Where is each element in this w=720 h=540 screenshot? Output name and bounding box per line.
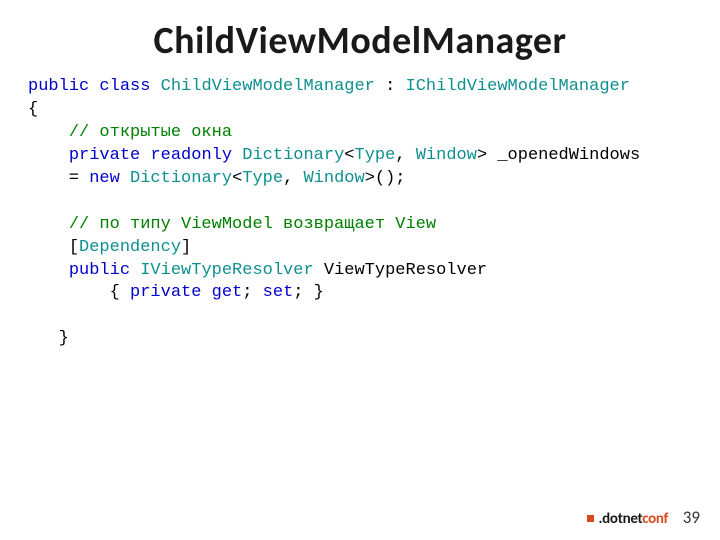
slide-title: ChildViewModelManager xyxy=(0,0,720,64)
kw-get: get xyxy=(212,283,243,302)
kw-new: new xyxy=(89,169,120,188)
ctor-end: >(); xyxy=(365,169,406,188)
type-resolver: IViewTypeResolver xyxy=(140,261,313,280)
logo-text-dotnet: .dotnet xyxy=(598,510,642,528)
semi-2: ; } xyxy=(293,283,324,302)
logo-square-icon xyxy=(587,515,594,522)
kw-private-2: private xyxy=(130,283,201,302)
type-arg-window: Window xyxy=(416,146,477,165)
prop-name: ViewTypeResolver xyxy=(314,261,487,280)
kw-public: public xyxy=(28,77,89,96)
kw-readonly: readonly xyxy=(150,146,232,165)
field-name: _openedWindows xyxy=(497,146,640,165)
comma: , xyxy=(395,146,415,165)
kw-class: class xyxy=(99,77,150,96)
semi-1: ; xyxy=(242,283,262,302)
brace-open: { xyxy=(28,100,38,119)
kw-public-2: public xyxy=(69,261,130,280)
interface-name: IChildViewModelManager xyxy=(406,77,630,96)
eq-prefix: = xyxy=(28,169,89,188)
attr-dependency: Dependency xyxy=(79,238,181,257)
logo-text-conf: conf xyxy=(642,510,668,528)
kw-private: private xyxy=(69,146,140,165)
code-block: public class ChildViewModelManager : ICh… xyxy=(0,64,720,351)
logo: .dotnetconf xyxy=(587,509,668,528)
type-dictionary: Dictionary xyxy=(242,146,344,165)
kw-set: set xyxy=(263,283,294,302)
brace-close: } xyxy=(28,329,69,348)
comma-2: , xyxy=(283,169,303,188)
type-arg-type: Type xyxy=(355,146,396,165)
angle-close: > xyxy=(477,146,497,165)
attr-open: [ xyxy=(69,238,79,257)
comment-1: // открытые окна xyxy=(69,123,232,142)
angle-open-2: < xyxy=(232,169,242,188)
type-arg-type-2: Type xyxy=(242,169,283,188)
class-name: ChildViewModelManager xyxy=(161,77,375,96)
prop-open: { xyxy=(28,283,130,302)
angle-open: < xyxy=(344,146,354,165)
colon: : xyxy=(375,77,406,96)
comment-2: // по типу ViewModel возвращает View xyxy=(69,215,436,234)
page-number: 39 xyxy=(683,507,700,528)
type-arg-window-2: Window xyxy=(303,169,364,188)
attr-close: ] xyxy=(181,238,191,257)
type-dictionary-2: Dictionary xyxy=(130,169,232,188)
